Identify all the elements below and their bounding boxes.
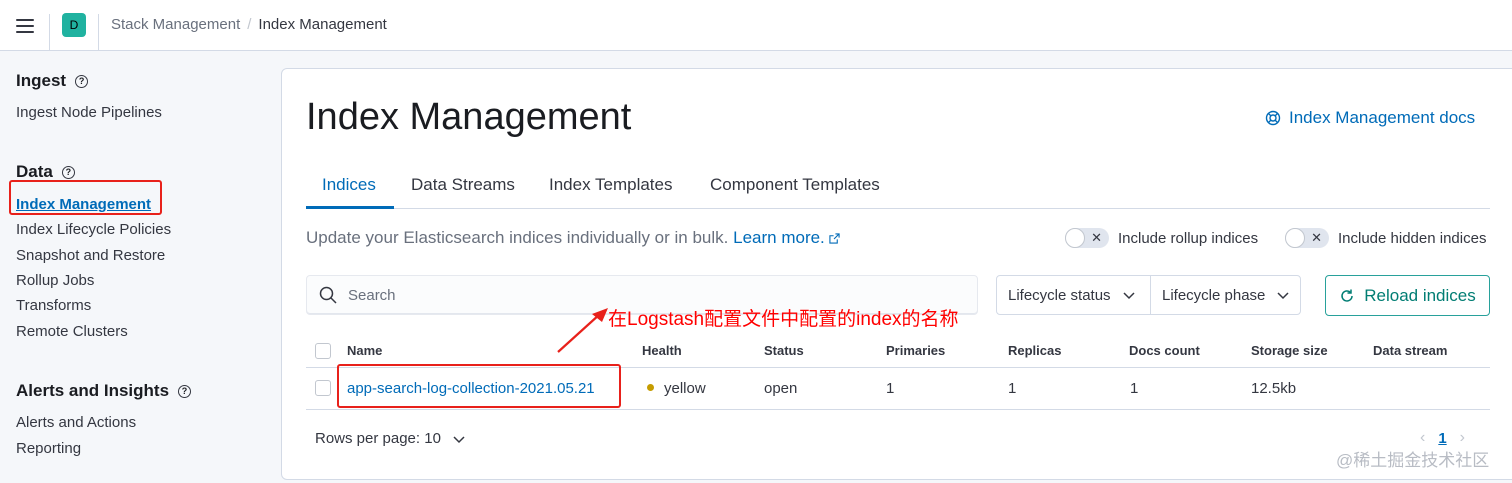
tab-component-templates[interactable]: Component Templates bbox=[710, 175, 880, 195]
sidebar-item-reporting[interactable]: Reporting bbox=[16, 440, 81, 457]
description-text: Update your Elasticsearch indices indivi… bbox=[306, 228, 729, 247]
external-link-icon bbox=[829, 233, 840, 244]
sidebar-item-index-lifecycle-policies[interactable]: Index Lifecycle Policies bbox=[16, 221, 171, 238]
breadcrumb-stack-management[interactable]: Stack Management bbox=[111, 16, 240, 33]
header-divider bbox=[49, 14, 50, 50]
primaries-cell: 1 bbox=[886, 380, 895, 397]
lifecycle-status-label: Lifecycle status bbox=[1008, 286, 1111, 304]
sidebar-group-title: Alerts and Insights bbox=[16, 381, 170, 400]
column-status[interactable]: Status bbox=[764, 343, 804, 358]
replicas-cell: 1 bbox=[1008, 380, 1017, 397]
next-page-icon[interactable]: › bbox=[1460, 429, 1465, 447]
learn-more-label: Learn more. bbox=[733, 228, 825, 247]
highlight-box bbox=[9, 180, 162, 215]
include-hidden-label: Include hidden indices bbox=[1338, 229, 1487, 247]
select-all-checkbox[interactable] bbox=[315, 343, 331, 359]
chevron-down-icon bbox=[453, 435, 465, 443]
learn-more-link[interactable]: Learn more. bbox=[733, 228, 840, 247]
header-divider bbox=[98, 14, 99, 50]
docs-count-cell: 1 bbox=[1130, 380, 1139, 397]
help-lifebuoy-icon bbox=[1265, 110, 1281, 126]
sidebar-group-ingest: Ingest ? bbox=[16, 71, 89, 91]
previous-page-icon[interactable]: ‹ bbox=[1420, 429, 1425, 447]
search-input[interactable] bbox=[348, 286, 948, 304]
lifecycle-phase-label: Lifecycle phase bbox=[1162, 286, 1266, 304]
search-icon bbox=[319, 286, 337, 304]
rows-per-page-label: Rows per page: 10 bbox=[315, 430, 441, 447]
row-checkbox[interactable] bbox=[315, 380, 331, 396]
column-docs-count[interactable]: Docs count bbox=[1129, 343, 1200, 358]
watermark: @稀土掘金技术社区 bbox=[1336, 451, 1490, 470]
help-icon[interactable]: ? bbox=[61, 165, 75, 179]
highlight-box bbox=[337, 364, 621, 408]
sidebar-group-data: Data ? bbox=[16, 162, 75, 182]
hamburger-icon bbox=[16, 18, 34, 33]
sidebar-item-ingest-node-pipelines[interactable]: Ingest Node Pipelines bbox=[16, 104, 162, 121]
include-rollup-label: Include rollup indices bbox=[1118, 229, 1259, 247]
health-cell: yellow bbox=[647, 380, 706, 397]
docs-link-label: Index Management docs bbox=[1289, 108, 1476, 127]
column-name[interactable]: Name bbox=[347, 343, 382, 358]
tab-indices[interactable]: Indices bbox=[322, 175, 376, 195]
sidebar-group-title: Ingest bbox=[16, 71, 67, 90]
tab-bar: Indices Data Streams Index Templates Com… bbox=[306, 164, 1490, 209]
health-dot bbox=[647, 384, 654, 391]
column-storage-size[interactable]: Storage size bbox=[1251, 343, 1328, 358]
column-primaries[interactable]: Primaries bbox=[886, 343, 945, 358]
toggle-track: ✕ bbox=[1285, 228, 1329, 248]
breadcrumb-index-management: Index Management bbox=[258, 16, 387, 33]
sidebar-group-alerts: Alerts and Insights ? bbox=[16, 381, 192, 401]
health-value: yellow bbox=[664, 380, 706, 397]
top-header: D Stack Management / Index Management bbox=[0, 0, 1512, 51]
column-data-stream[interactable]: Data stream bbox=[1373, 343, 1447, 358]
space-avatar[interactable]: D bbox=[62, 13, 86, 37]
help-icon[interactable]: ? bbox=[75, 74, 89, 88]
include-hidden-switch[interactable]: ✕ Include hidden indices bbox=[1285, 228, 1486, 248]
sidebar-item-transforms[interactable]: Transforms bbox=[16, 297, 91, 314]
reload-indices-label: Reload indices bbox=[1364, 285, 1476, 305]
active-tab-indicator bbox=[306, 206, 394, 209]
sidebar-item-snapshot-and-restore[interactable]: Snapshot and Restore bbox=[16, 247, 165, 264]
docs-link[interactable]: Index Management docs bbox=[1265, 108, 1475, 128]
sidebar-item-remote-clusters[interactable]: Remote Clusters bbox=[16, 323, 128, 340]
chevron-down-icon bbox=[1123, 292, 1135, 300]
breadcrumb-separator: / bbox=[247, 16, 252, 33]
reload-indices-button[interactable]: Reload indices bbox=[1325, 275, 1490, 316]
cross-icon: ✕ bbox=[1311, 230, 1322, 245]
status-cell: open bbox=[764, 380, 798, 397]
sidebar-group-title: Data bbox=[16, 162, 53, 181]
lifecycle-status-filter[interactable]: Lifecycle status bbox=[997, 276, 1150, 314]
tab-index-templates[interactable]: Index Templates bbox=[549, 175, 672, 195]
chevron-down-icon bbox=[1277, 292, 1289, 300]
include-rollup-switch[interactable]: ✕ Include rollup indices bbox=[1065, 228, 1258, 248]
storage-size-cell: 12.5kb bbox=[1251, 380, 1297, 397]
column-health[interactable]: Health bbox=[642, 343, 682, 358]
page-title: Index Management bbox=[306, 96, 632, 138]
menu-button[interactable] bbox=[0, 0, 50, 51]
page-number[interactable]: 1 bbox=[1438, 430, 1446, 447]
annotation-text: 在Logstash配置文件中配置的index的名称 bbox=[608, 309, 959, 330]
pagination: ‹ 1 › bbox=[1420, 429, 1465, 447]
help-icon[interactable]: ? bbox=[178, 384, 192, 398]
column-replicas[interactable]: Replicas bbox=[1008, 343, 1061, 358]
page-description: Update your Elasticsearch indices indivi… bbox=[306, 228, 840, 248]
sidebar-item-alerts-and-actions[interactable]: Alerts and Actions bbox=[16, 414, 136, 431]
tab-data-streams[interactable]: Data Streams bbox=[411, 175, 515, 195]
rows-per-page-selector[interactable]: Rows per page: 10 bbox=[315, 430, 465, 447]
refresh-icon bbox=[1341, 289, 1353, 302]
filter-group: Lifecycle status Lifecycle phase bbox=[996, 275, 1301, 315]
breadcrumb: Stack Management / Index Management bbox=[111, 16, 387, 33]
cross-icon: ✕ bbox=[1091, 230, 1102, 245]
lifecycle-phase-filter[interactable]: Lifecycle phase bbox=[1150, 276, 1300, 314]
sidebar-item-rollup-jobs[interactable]: Rollup Jobs bbox=[16, 272, 94, 289]
toggle-track: ✕ bbox=[1065, 228, 1109, 248]
